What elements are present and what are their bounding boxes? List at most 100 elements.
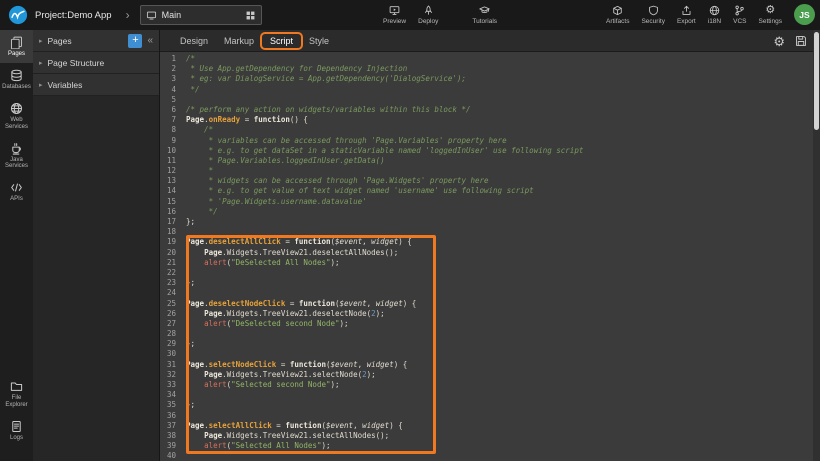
i18n-button[interactable]: i18N [702,0,727,30]
code-line[interactable]: 7Page.onReady = function() { [160,115,813,125]
code-line[interactable]: 36 [160,411,813,421]
export-button[interactable]: Export [671,0,702,30]
tutorials-button[interactable]: Tutorials [466,0,503,30]
preview-button[interactable]: Preview [377,0,412,30]
line-number: 19 [160,237,181,247]
editor-main: DesignMarkupScriptStyle ⚙ 1/*2 * Use App… [160,30,820,461]
deploy-icon [423,5,434,16]
code-line[interactable]: 18 [160,227,813,237]
code-line[interactable]: 2 * Use App.getDependency for Dependency… [160,64,813,74]
code-line[interactable]: 10 * e.g. to get dataSet in a staticVari… [160,146,813,156]
code-line[interactable]: 14 * e.g. to get value of text widget na… [160,186,813,196]
code-line[interactable]: 38 Page.Widgets.TreeView21.selectAllNode… [160,431,813,441]
artifact-tabbar: DesignMarkupScriptStyle ⚙ [160,30,820,52]
api-icon [10,181,23,194]
line-number: 35 [160,400,181,410]
code-line[interactable]: 15 * 'Page.Widgets.username.datavalue' [160,197,813,207]
code-line[interactable]: 12 * [160,166,813,176]
line-number: 7 [160,115,181,125]
code-line[interactable]: 30 [160,349,813,359]
sidebar-item-logs[interactable]: Logs [0,414,33,447]
i18n-icon [709,5,720,16]
topbar: Project:Demo App › Main PreviewDeployTut… [0,0,820,30]
code-line[interactable]: 25Page.deselectNodeClick = function($eve… [160,299,813,309]
page-selector-value: Main [162,10,240,20]
line-number: 1 [160,54,181,64]
line-number: 37 [160,421,181,431]
line-number: 9 [160,136,181,146]
code-line[interactable]: 35}; [160,400,813,410]
sidebar-item-file-explorer[interactable]: File Explorer [0,374,33,414]
logs-icon [10,420,23,433]
chevron-right-icon: › [126,9,130,21]
sidebar-item-apis[interactable]: APIs [0,175,33,208]
line-number: 32 [160,370,181,380]
add-page-button[interactable]: + [128,34,142,48]
page-selector-dropdown[interactable]: Main [140,5,262,25]
chevron-right-icon: ▸ [39,81,43,89]
line-number: 34 [160,390,181,400]
security-button[interactable]: Security [635,0,670,30]
code-line[interactable]: 13 * widgets can be accessed through 'Pa… [160,176,813,186]
line-number: 14 [160,186,181,196]
activity-sidebar: PagesDatabasesWeb ServicesJava ServicesA… [0,30,33,461]
line-number: 3 [160,74,181,84]
code-line[interactable]: 37Page.selectAllClick = function($event,… [160,421,813,431]
code-line[interactable]: 33 alert("Selected second Node"); [160,380,813,390]
code-line[interactable]: 11 * Page.Variables.loggedInUser.getData… [160,156,813,166]
code-line[interactable]: 19Page.deselectAllClick = function($even… [160,237,813,247]
vcs-icon [734,5,745,16]
line-number: 16 [160,207,181,217]
code-line[interactable]: 6/* perform any action on widgets/variab… [160,105,813,115]
code-line[interactable]: 20 Page.Widgets.TreeView21.deselectAllNo… [160,248,813,258]
code-line[interactable]: 8 /* [160,125,813,135]
script-editor[interactable]: 1/*2 * Use App.getDependency for Depende… [160,52,813,461]
sidebar-item-databases[interactable]: Databases [0,63,33,96]
wavemaker-logo-icon[interactable] [8,5,28,25]
sidebar-item-java-services[interactable]: Java Services [0,136,33,176]
tab-design[interactable]: Design [172,34,216,48]
panel-section-pages[interactable]: ▸Pages+« [33,30,159,52]
save-icon[interactable] [795,35,807,47]
code-line[interactable]: 22 [160,268,813,278]
code-line[interactable]: 31Page.selectNodeClick = function($event… [160,360,813,370]
code-line[interactable]: 1/* [160,54,813,64]
artifacts-button[interactable]: Artifacts [600,0,635,30]
code-line[interactable]: 32 Page.Widgets.TreeView21.selectNode(2)… [160,370,813,380]
editor-settings-gear-icon[interactable]: ⚙ [773,35,785,48]
line-number: 36 [160,411,181,421]
settings-button[interactable]: ⚙Settings [753,0,789,30]
code-line[interactable]: 39 alert("Selected All Nodes"); [160,441,813,451]
code-line[interactable]: 40 [160,451,813,461]
vcs-button[interactable]: VCS [727,0,752,30]
collapse-panel-icon[interactable]: « [147,35,153,46]
editor-scrollbar[interactable] [813,30,820,461]
tab-markup[interactable]: Markup [216,34,262,48]
code-line[interactable]: 29}; [160,339,813,349]
deploy-button[interactable]: Deploy [412,0,444,30]
scrollbar-thumb[interactable] [814,32,819,130]
panel-section-variables[interactable]: ▸Variables [33,74,159,96]
code-line[interactable]: 5 [160,95,813,105]
code-line[interactable]: 9 * variables can be accessed through 'P… [160,136,813,146]
code-line[interactable]: 4 */ [160,85,813,95]
code-line[interactable]: 24 [160,288,813,298]
code-line[interactable]: 34 [160,390,813,400]
code-line[interactable]: 16 */ [160,207,813,217]
user-avatar[interactable]: JS [794,4,815,25]
code-line[interactable]: 23}; [160,278,813,288]
code-line[interactable]: 28 [160,329,813,339]
tabs: DesignMarkupScriptStyle [172,34,337,48]
code-line[interactable]: 26 Page.Widgets.TreeView21.deselectNode(… [160,309,813,319]
code-line[interactable]: 21 alert("DeSelected All Nodes"); [160,258,813,268]
code-line[interactable]: 3 * eg: var DialogService = App.getDepen… [160,74,813,84]
tab-style[interactable]: Style [301,34,337,48]
sidebar-item-pages[interactable]: Pages [0,30,33,63]
panel-section-page-structure[interactable]: ▸Page Structure [33,52,159,74]
code-line[interactable]: 27 alert("DeSelected second Node"); [160,319,813,329]
code-line[interactable]: 17}; [160,217,813,227]
sidebar-item-web-services[interactable]: Web Services [0,96,33,136]
line-number: 28 [160,329,181,339]
tab-script[interactable]: Script [262,34,301,48]
preview-icon [389,5,400,16]
